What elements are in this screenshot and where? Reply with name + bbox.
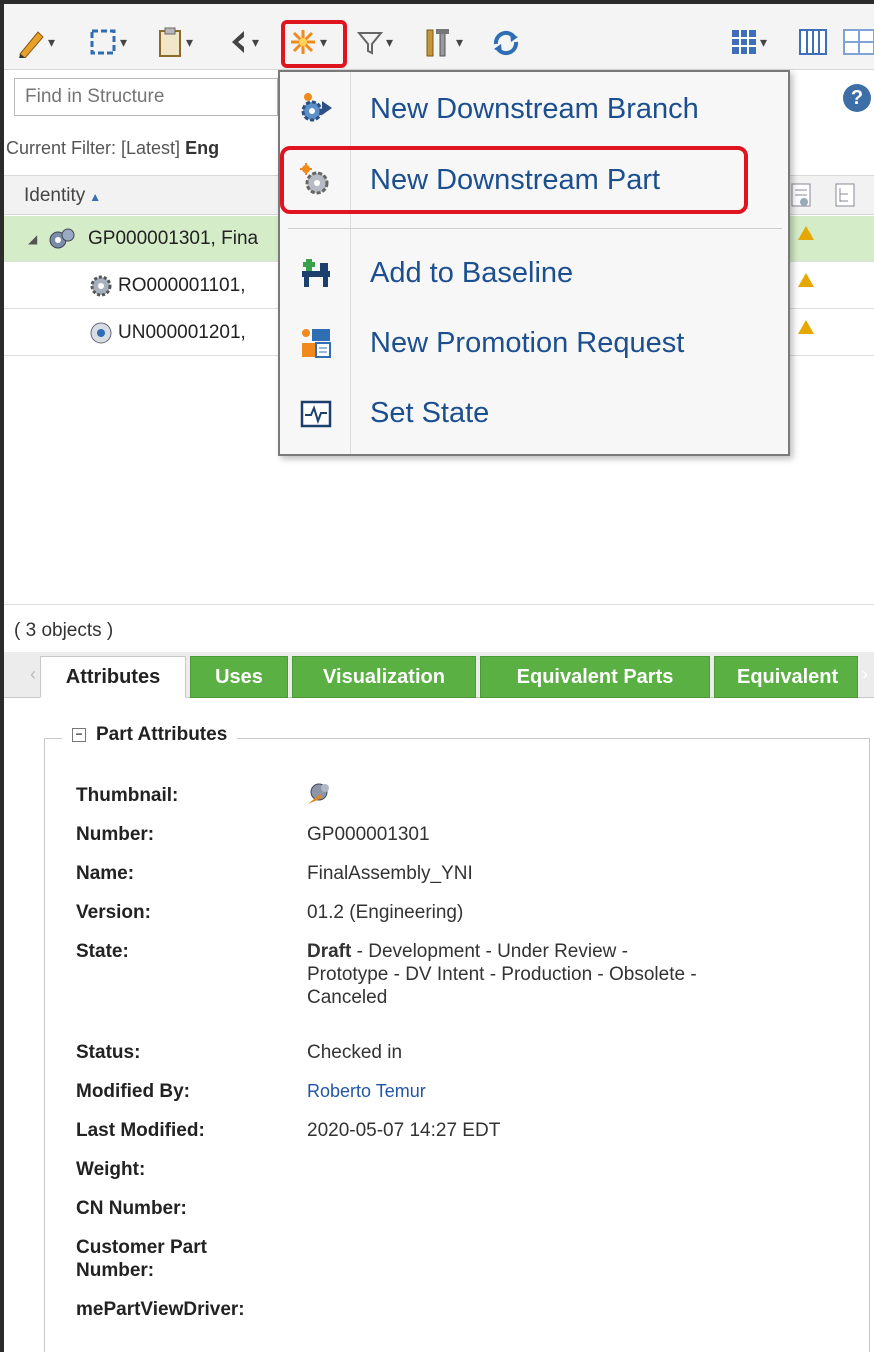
find-in-structure-input[interactable]: [14, 78, 278, 116]
value-modified-by: Roberto Temur: [307, 1080, 827, 1103]
tools-icon: [426, 29, 449, 57]
filter-bold: Eng: [185, 138, 220, 158]
tab-uses[interactable]: Uses: [190, 656, 288, 698]
label-status: Status:: [76, 1042, 141, 1063]
value-version: 01.2 (Engineering): [307, 902, 464, 923]
new-downstream-part-highlight: [280, 146, 748, 214]
column-icon-header-2[interactable]: [834, 182, 858, 215]
collapse-arrow-icon[interactable]: ◢: [28, 232, 37, 246]
baseline-icon: [302, 259, 330, 287]
state-rest-1: - Development - Under Review -: [351, 941, 628, 962]
menu-item-add-to-baseline[interactable]: Add to Baseline: [280, 244, 788, 302]
filter-icon: [356, 32, 384, 55]
sort-ascending-icon: ▲: [89, 190, 102, 204]
value-status: Checked in: [307, 1042, 403, 1063]
structure-column-icon: [791, 183, 811, 207]
label-thumbnail: Thumbnail:: [76, 785, 179, 806]
menu-item-set-state[interactable]: Set State: [280, 384, 788, 442]
label-state: State:: [76, 941, 129, 962]
back-menu-button[interactable]: ▾: [226, 20, 259, 64]
edit-menu-button[interactable]: ▾: [16, 20, 55, 64]
value-name: FinalAssembly_YNI: [307, 863, 473, 884]
object-count: ( 3 objects ): [14, 620, 114, 641]
state-current: Draft: [307, 941, 352, 962]
tab-scroll-left-icon[interactable]: ‹: [30, 664, 36, 685]
state-rest-3: Canceled: [307, 987, 388, 1008]
promotion-icon: [302, 329, 331, 358]
label-customer-part-number: Customer Part Number:: [76, 1236, 207, 1282]
toolbar: ▾ ▾ ▾ ▾ ▾ ▾ ▾ ▾: [4, 4, 874, 70]
tree-column-icon: [835, 183, 855, 207]
label-weight: Weight:: [76, 1159, 146, 1180]
warning-icon: [798, 226, 814, 240]
refresh-button[interactable]: [490, 20, 522, 64]
label-me-part-view-driver: mePartViewDriver:: [76, 1299, 245, 1320]
disc-part-icon: [90, 322, 112, 344]
menu-divider: [288, 228, 782, 229]
new-actions-highlight: [281, 20, 347, 68]
menu-item-label: New Downstream Branch: [370, 92, 699, 125]
label-modified-by: Modified By:: [76, 1081, 190, 1102]
table-view-menu-button[interactable]: ▾: [730, 20, 767, 64]
section-title: Part Attributes: [96, 724, 228, 745]
select-menu-button[interactable]: ▾: [88, 20, 127, 64]
value-last-modified: 2020-05-07 14:27 EDT: [307, 1120, 501, 1141]
help-icon[interactable]: ?: [843, 84, 871, 112]
tab-bar: ‹ Attributes Uses Visualization Equivale…: [4, 652, 874, 698]
menu-item-new-promotion-request[interactable]: New Promotion Request: [280, 314, 788, 372]
thumbnail-image[interactable]: [304, 780, 334, 808]
tab-equivalent[interactable]: Equivalent: [714, 656, 858, 698]
set-state-icon: [300, 400, 332, 428]
column-icon-header-1[interactable]: [790, 182, 814, 215]
paste-menu-button[interactable]: ▾: [156, 20, 193, 64]
column-identity-header[interactable]: Identity ▲: [24, 185, 101, 207]
value-state: Draft - Development - Under Review - Pro…: [307, 940, 827, 1009]
row-identity: RO000001101,: [118, 274, 246, 296]
modified-by-link[interactable]: Roberto Temur: [307, 1081, 426, 1101]
label-version: Version:: [76, 902, 151, 923]
current-filter: Current Filter: [Latest] Eng: [6, 138, 219, 159]
warning-icon: [798, 273, 814, 287]
grid-view-button[interactable]: [842, 20, 874, 64]
divider: [4, 604, 874, 605]
menu-item-label: New Promotion Request: [370, 326, 685, 359]
menu-item-new-downstream-branch[interactable]: New Downstream Branch: [280, 80, 788, 138]
customer-part-line-2: Number:: [76, 1260, 155, 1281]
back-arrow-icon: [232, 31, 244, 53]
state-rest-2: Prototype - DV Intent - Production - Obs…: [307, 964, 697, 985]
label-number: Number:: [76, 824, 155, 845]
menu-item-label: Add to Baseline: [370, 256, 574, 289]
label-cn-number: CN Number:: [76, 1198, 187, 1219]
row-identity: UN000001201,: [118, 321, 246, 343]
tools-menu-button[interactable]: ▾: [422, 20, 463, 64]
refresh-icon: [493, 30, 519, 56]
value-number: GP000001301: [307, 824, 430, 845]
collapse-icon[interactable]: −: [72, 728, 86, 742]
label-name: Name:: [76, 863, 135, 884]
warning-icon: [798, 320, 814, 334]
filter-prefix: Current Filter: [Latest]: [6, 138, 186, 158]
assembly-icon: [49, 228, 75, 249]
clipboard-icon: [159, 27, 181, 57]
grid-icon: [843, 29, 874, 55]
tab-scroll-right-icon[interactable]: ›: [862, 664, 868, 685]
tab-visualization[interactable]: Visualization: [292, 656, 476, 698]
label-last-modified: Last Modified:: [76, 1120, 205, 1141]
menu-item-label: Set State: [370, 396, 490, 429]
customer-part-line-1: Customer Part: [76, 1237, 207, 1258]
select-box-icon: [90, 29, 116, 55]
part-gear-icon: [90, 275, 112, 297]
part-attributes-legend[interactable]: − Part Attributes: [62, 724, 238, 746]
row-identity: GP000001301, Fina: [88, 227, 259, 249]
filter-menu-button[interactable]: ▾: [356, 20, 393, 64]
columns-icon: [799, 29, 827, 55]
gear-arrow-icon: [301, 93, 332, 122]
pencil-icon: [19, 31, 44, 58]
column-identity-label: Identity: [24, 185, 86, 206]
columns-view-button[interactable]: [798, 20, 828, 64]
tab-attributes[interactable]: Attributes: [40, 656, 186, 698]
tab-equivalent-parts[interactable]: Equivalent Parts: [480, 656, 710, 698]
table-view-icon: [732, 30, 756, 54]
